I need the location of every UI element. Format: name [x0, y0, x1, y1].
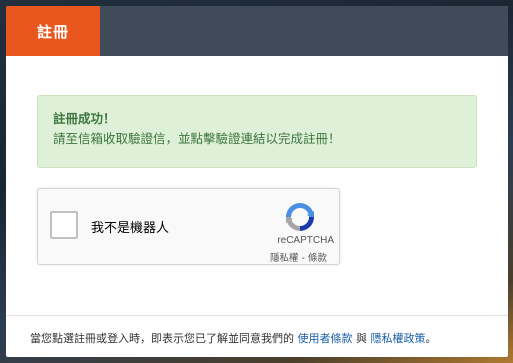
recaptcha-privacy-link[interactable]: 隱私權: [270, 253, 299, 264]
footer-connector-text: 與: [356, 332, 367, 345]
footer-suffix-text: 。: [425, 332, 437, 345]
modal-footer: 當您點選註冊或登入時，即表示您已了解並同意我們的 使用者條款 與 隱私權政策。: [6, 315, 508, 357]
recaptcha-label: 我不是機器人: [91, 221, 170, 236]
recaptcha-link-separator: -: [298, 253, 308, 264]
recaptcha-widget: 我不是機器人 reCAPTCHA 隱私權 - 條款: [37, 188, 340, 265]
recaptcha-links: 隱私權 - 條款: [270, 250, 327, 264]
tab-register[interactable]: 註冊: [6, 6, 100, 56]
alert-message: 請至信箱收取驗證信，並點擊驗證連結以完成註冊！: [53, 131, 341, 146]
privacy-policy-link[interactable]: 隱私權政策: [371, 332, 426, 345]
alert-title: 註冊成功！: [53, 111, 116, 126]
terms-of-use-link[interactable]: 使用者條款: [298, 332, 353, 345]
modal-header: 註冊: [6, 6, 508, 56]
footer-prefix-text: 當您點選註冊或登入時，即表示您已了解並同意我們的: [30, 332, 294, 345]
recaptcha-checkbox[interactable]: [50, 211, 78, 239]
recaptcha-logo-icon: [286, 203, 314, 231]
register-modal: 註冊 註冊成功！ 請至信箱收取驗證信，並點擊驗證連結以完成註冊！ 我不是機器人 …: [6, 6, 508, 357]
recaptcha-brand: reCAPTCHA: [277, 235, 334, 246]
success-alert: 註冊成功！ 請至信箱收取驗證信，並點擊驗證連結以完成註冊！: [37, 95, 477, 168]
recaptcha-terms-link[interactable]: 條款: [308, 253, 327, 264]
